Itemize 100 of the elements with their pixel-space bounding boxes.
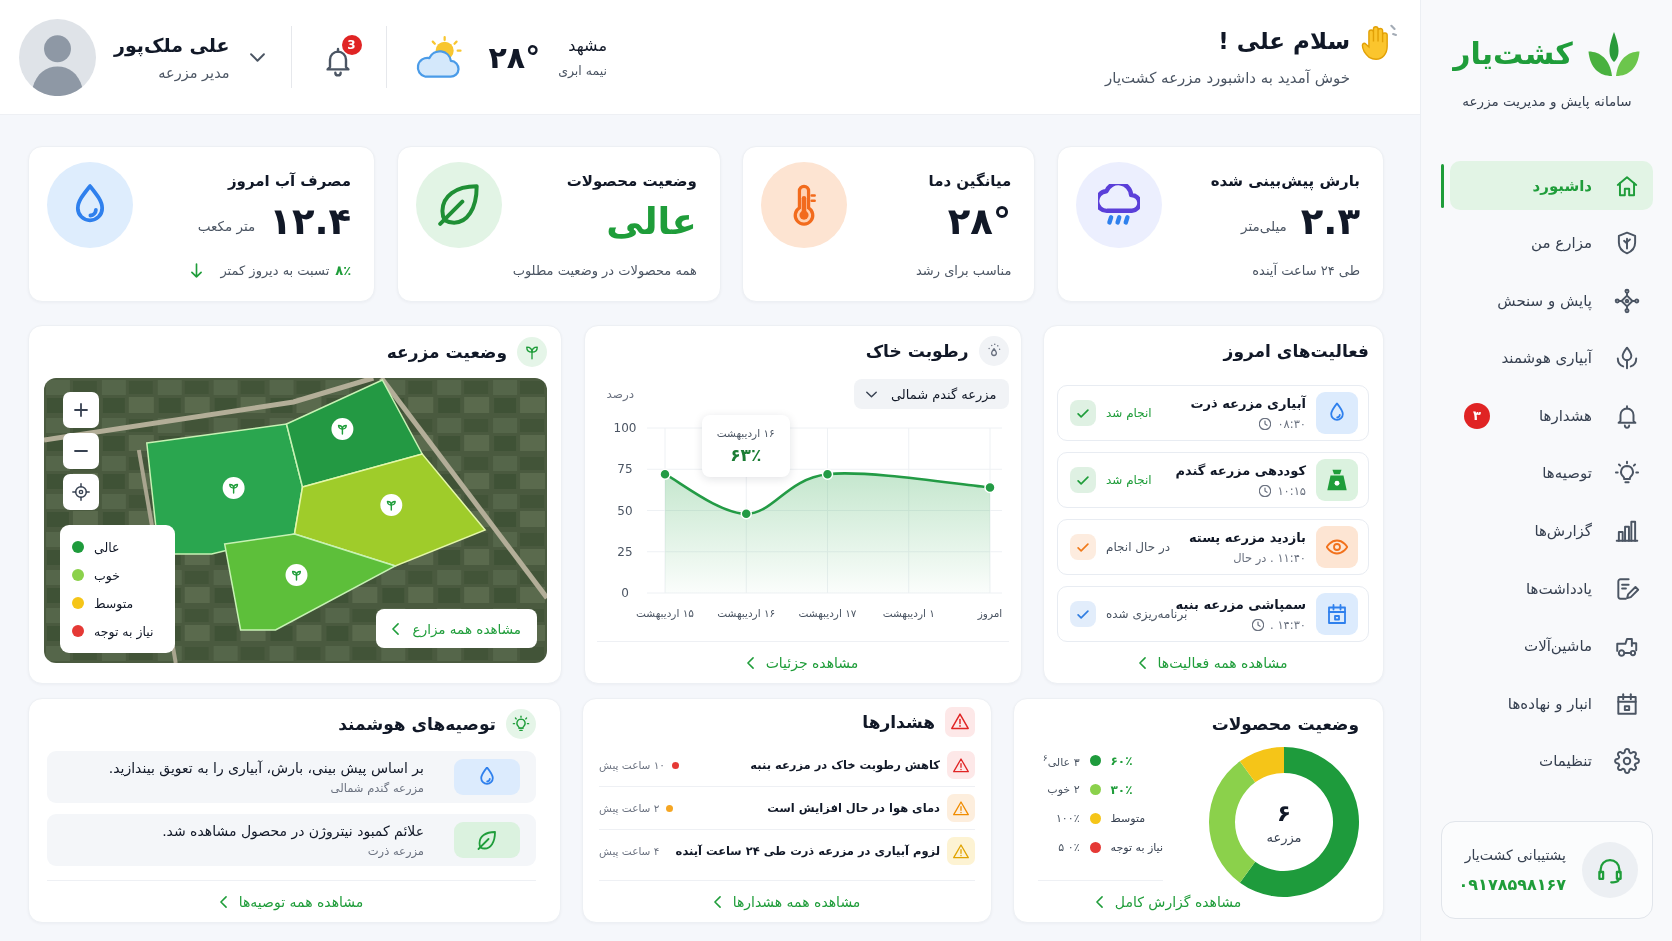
nav-item[interactable]: آبیاری هوشمند — [1450, 333, 1653, 383]
activity-title: بازدید مزرعه پسته — [1188, 529, 1306, 545]
nav-item[interactable]: ماشین‌آلات — [1450, 621, 1653, 671]
activity-time: ۱۱:۴۰ . در حال — [1233, 550, 1306, 565]
view-all-link[interactable]: مشاهده همه فعالیت‌ها — [1138, 654, 1288, 671]
locate-icon — [72, 483, 90, 501]
field-plot[interactable] — [293, 453, 487, 567]
temperature: ۲۸° — [488, 39, 541, 75]
nav-item[interactable]: تنظیمات — [1450, 736, 1653, 786]
legend-label: ۳ عالی$^{۶}$ — [1042, 752, 1080, 769]
user-role: مدیر مزرعه — [158, 64, 230, 81]
water-drop-icon — [1316, 392, 1358, 434]
greeting-title: سلام علی ! — [1218, 27, 1350, 56]
nav-item[interactable]: انبار و نهاده‌ها — [1450, 679, 1653, 729]
zoom-in-button[interactable] — [63, 392, 99, 428]
legend-value: ۱۰۰٪ — [1055, 812, 1080, 825]
nav-item[interactable]: مزارع من — [1450, 218, 1653, 268]
locate-button[interactable] — [63, 474, 99, 510]
field-plot[interactable] — [223, 533, 398, 631]
view-all-farms-button[interactable]: مشاهده همه مزارع — [375, 609, 537, 648]
data-point[interactable] — [658, 468, 671, 480]
card-title: وضعیت مزرعه — [386, 342, 507, 362]
headset-icon — [1582, 842, 1638, 898]
card-title: فعالیت‌های امروز — [1223, 341, 1369, 361]
stat-value: عالی — [606, 200, 697, 244]
bar-chart-icon — [1614, 518, 1640, 545]
x-axis-label: امروز — [977, 607, 1002, 619]
full-report-link[interactable]: مشاهده گزارش کامل — [1095, 893, 1242, 910]
x-axis-label: ۱۷ اردیبهشت — [798, 607, 856, 619]
x-axis-label: ۱ اردیبهشت — [882, 607, 935, 619]
y-axis-label: 100 — [613, 421, 636, 435]
alert-text: کاهش رطوبت خاک در مزرعه بنبه — [749, 758, 940, 772]
stat-unit: میلی‌متر — [1241, 218, 1287, 234]
city-name: مشهد — [568, 36, 607, 55]
nav-item[interactable]: هشدارها ۳ — [1450, 391, 1653, 441]
chevron-down-icon[interactable] — [249, 52, 265, 62]
chevron-left-icon — [1138, 656, 1146, 669]
y-axis-label: 75 — [616, 462, 633, 477]
view-all-link[interactable]: مشاهده همه توصیه‌ها — [219, 893, 364, 910]
farm-name: مزرعه گندم شمالی — [330, 780, 424, 795]
plus-icon — [74, 403, 88, 417]
notifications-button[interactable]: 3 — [317, 35, 362, 79]
activity-title: آبیاری مزرعه ذرت — [1190, 395, 1306, 411]
sun-cloud-icon — [414, 35, 463, 79]
chevron-left-icon — [219, 895, 227, 908]
nav-item[interactable]: پایش و سنحش — [1450, 276, 1653, 326]
nav-item[interactable]: یادداشت‌ها — [1450, 564, 1653, 614]
data-point[interactable] — [983, 481, 996, 494]
farm-dropdown[interactable]: مزرعه گندم شمالی — [853, 379, 1009, 409]
alert-time: ۲ ساعت پیش — [599, 802, 660, 814]
calendar-icon — [1316, 593, 1358, 635]
alert-text: دمای هوا در حال افزایش است — [766, 801, 940, 815]
farm-name: مزرعه ذرت — [367, 843, 424, 858]
activity-time: ۰۸:۳۰ — [1277, 416, 1306, 431]
alert-text: لزوم آبیاری در مزرعه ذرت طی ۲۴ ساعت آینده — [674, 844, 940, 858]
legend-label: نیاز به توجه — [1110, 841, 1163, 854]
stat-note: طی ۲۴ ساعت آینده — [1252, 263, 1360, 278]
droplets-icon — [978, 336, 1009, 366]
notification-badge: 3 — [341, 35, 362, 55]
details-link[interactable]: مشاهده جزئیات — [746, 654, 859, 671]
y-axis-label: 0 — [620, 586, 629, 600]
chevron-left-icon — [1095, 895, 1103, 908]
tagline: سامانه پایش و مدیریت مزرعه — [1461, 92, 1633, 110]
logo-text: کشت‌یار — [1453, 39, 1573, 69]
legend-value: ۳۰٪ — [1110, 782, 1133, 797]
data-point[interactable] — [821, 468, 833, 480]
data-point[interactable] — [740, 508, 752, 520]
legend-label: خوب — [94, 567, 120, 583]
sprout-icon — [517, 337, 547, 367]
chevron-left-icon — [713, 895, 721, 908]
legend-label: متوسط — [1110, 812, 1146, 825]
hands-drop-icon — [1614, 345, 1640, 372]
sprout-marker-icon[interactable] — [331, 418, 354, 440]
zoom-out-button[interactable] — [63, 433, 99, 469]
stat-value: ۱۲.۴ — [269, 200, 352, 244]
field-plot[interactable] — [145, 423, 304, 555]
activity-time: ۱۴:۳۰ . — [1270, 617, 1306, 632]
view-all-link[interactable]: مشاهده همه هشدارها — [713, 893, 861, 910]
sprout-marker-icon[interactable] — [285, 564, 308, 586]
alert-time: ۱۰ ساعت پیش — [599, 759, 665, 771]
nav-item[interactable]: گزارش‌ها — [1450, 506, 1653, 556]
chevron-down-icon — [865, 390, 877, 398]
activity-title: سمپاشی مزرعه بنبه — [1175, 596, 1306, 612]
sprout-marker-icon[interactable] — [222, 477, 245, 499]
card-title: وضعیت محصولات — [1211, 714, 1359, 734]
stat-change: ۸٪ — [335, 263, 352, 278]
lightbulb-icon — [506, 709, 536, 739]
support-title: پشتیبانی کشت‌یار — [1464, 846, 1566, 863]
chevron-left-icon — [746, 656, 754, 669]
y-axis-title: درصد — [606, 387, 635, 401]
welcome-text: خوش آمدید به داشبورد مزرعه کشت‌یار — [1105, 68, 1350, 88]
avatar-icon[interactable] — [19, 18, 96, 96]
y-axis-label: 50 — [616, 503, 633, 518]
nav-item[interactable]: توصیه‌ها — [1450, 448, 1653, 498]
tooltip-value: ۶۳٪ — [730, 445, 762, 465]
sprout-marker-icon[interactable] — [380, 494, 403, 516]
card-title: رطوبت خاک — [865, 341, 969, 361]
field-plot[interactable] — [285, 379, 424, 488]
legend-label: ۲ خوب — [1047, 783, 1080, 796]
stat-value: ۲.۳ — [1300, 200, 1360, 244]
